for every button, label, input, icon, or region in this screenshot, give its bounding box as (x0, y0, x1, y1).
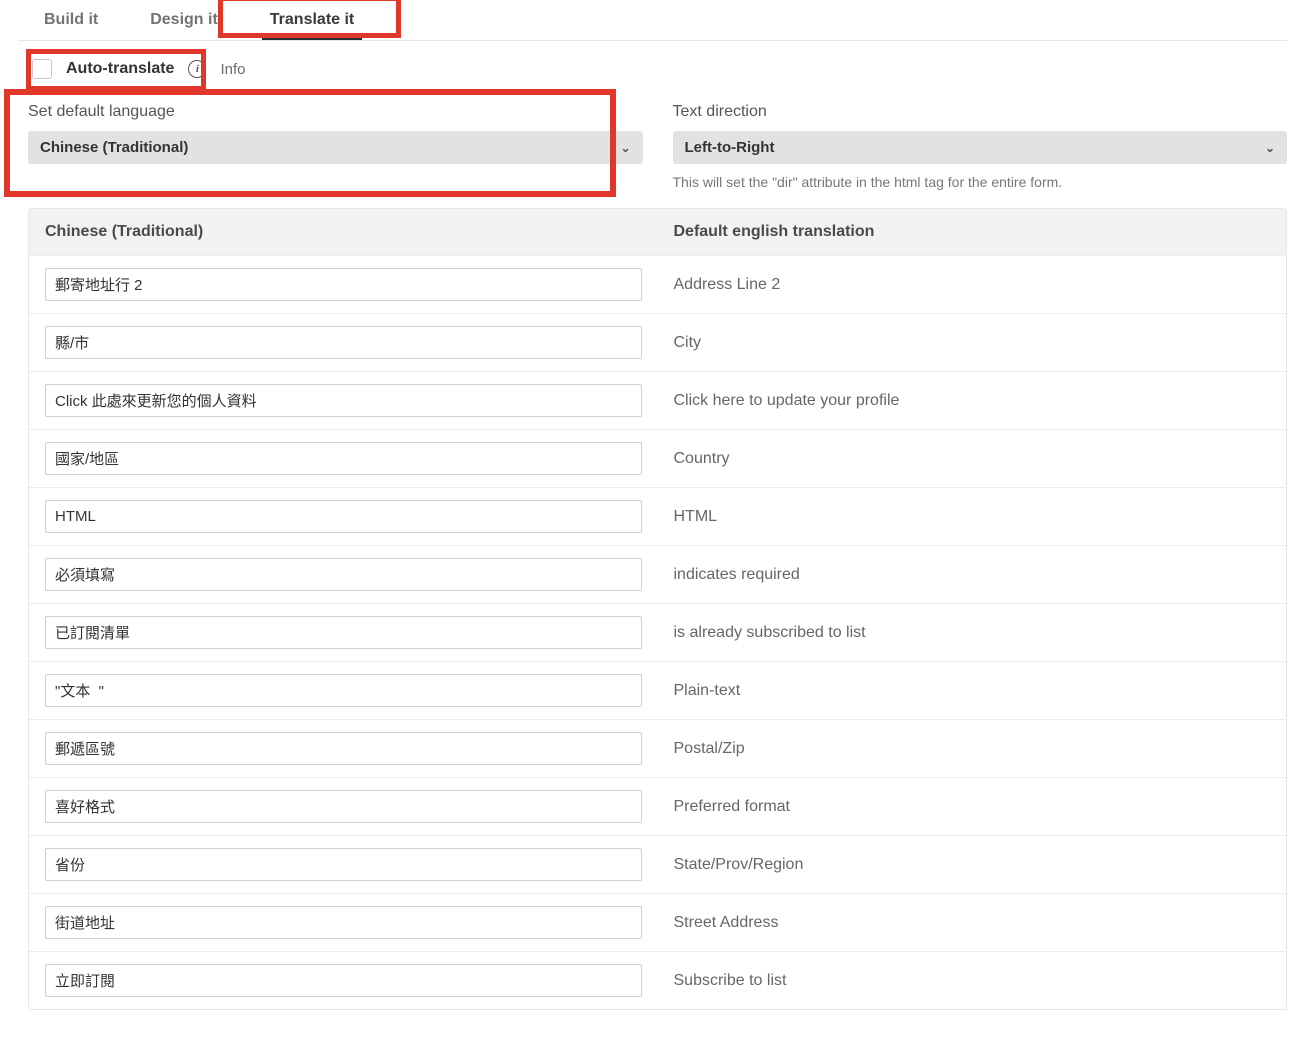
chevron-down-icon: ⌄ (1265, 141, 1275, 155)
table-row: Street Address (29, 893, 1286, 951)
column-header-default: Default english translation (658, 209, 1287, 255)
translation-cell (29, 372, 658, 429)
auto-translate-checkbox[interactable] (32, 59, 52, 79)
table-row: Preferred format (29, 777, 1286, 835)
translation-cell (29, 546, 658, 603)
text-direction-helper: This will set the "dir" attribute in the… (673, 174, 1288, 190)
settings-row: Set default language Chinese (Traditiona… (28, 103, 1287, 190)
translation-input[interactable] (45, 442, 642, 475)
translation-input[interactable] (45, 326, 642, 359)
translation-input[interactable] (45, 790, 642, 823)
text-direction-select[interactable]: Left-to-Right ⌄ (673, 131, 1288, 164)
translation-input[interactable] (45, 732, 642, 765)
table-row: HTML (29, 487, 1286, 545)
default-translation-cell: Plain-text (658, 670, 1287, 712)
table-row: City (29, 313, 1286, 371)
translation-input[interactable] (45, 384, 642, 417)
default-translation-cell: indicates required (658, 554, 1287, 596)
translation-cell (29, 952, 658, 1009)
translation-input[interactable] (45, 964, 642, 997)
text-direction-section: Text direction Left-to-Right ⌄ This will… (673, 103, 1288, 190)
table-row: Postal/Zip (29, 719, 1286, 777)
translation-cell (29, 256, 658, 313)
translation-cell (29, 894, 658, 951)
default-language-section: Set default language Chinese (Traditiona… (28, 103, 643, 190)
table-row: is already subscribed to list (29, 603, 1286, 661)
translation-cell (29, 720, 658, 777)
default-translation-cell: Subscribe to list (658, 960, 1287, 1002)
translation-input[interactable] (45, 616, 642, 649)
table-row: Click here to update your profile (29, 371, 1286, 429)
table-row: Address Line 2 (29, 255, 1286, 313)
text-direction-value: Left-to-Right (685, 139, 775, 156)
translation-input[interactable] (45, 848, 642, 881)
auto-translate-label: Auto-translate (66, 60, 174, 78)
tabs-bar: Build it Design it Translate it (18, 0, 1287, 41)
table-header: Chinese (Traditional) Default english tr… (29, 209, 1286, 255)
default-translation-cell: State/Prov/Region (658, 844, 1287, 886)
default-language-value: Chinese (Traditional) (40, 139, 188, 156)
table-row: Plain-text (29, 661, 1286, 719)
default-translation-cell: Click here to update your profile (658, 380, 1287, 422)
text-direction-label: Text direction (673, 103, 1288, 121)
table-row: Country (29, 429, 1286, 487)
translation-input[interactable] (45, 500, 642, 533)
translation-cell (29, 314, 658, 371)
default-translation-cell: Country (658, 438, 1287, 480)
translation-cell (29, 488, 658, 545)
options-row: Auto-translate i Info (28, 41, 1287, 91)
default-translation-cell: HTML (658, 496, 1287, 538)
translation-input[interactable] (45, 268, 642, 301)
translation-input[interactable] (45, 906, 642, 939)
translation-cell (29, 662, 658, 719)
translation-input[interactable] (45, 674, 642, 707)
tab-translate[interactable]: Translate it (244, 0, 380, 40)
default-translation-cell: City (658, 322, 1287, 364)
default-translation-cell: Street Address (658, 902, 1287, 944)
default-language-select[interactable]: Chinese (Traditional) ⌄ (28, 131, 643, 164)
default-language-label: Set default language (28, 103, 643, 121)
table-row: Subscribe to list (29, 951, 1286, 1009)
info-link[interactable]: Info (220, 61, 245, 78)
chevron-down-icon: ⌄ (620, 141, 630, 155)
table-row: State/Prov/Region (29, 835, 1286, 893)
column-header-translated: Chinese (Traditional) (29, 209, 658, 255)
translation-cell (29, 836, 658, 893)
translation-cell (29, 604, 658, 661)
default-translation-cell: is already subscribed to list (658, 612, 1287, 654)
tab-design[interactable]: Design it (124, 0, 244, 40)
translation-input[interactable] (45, 558, 642, 591)
translation-cell (29, 430, 658, 487)
translation-cell (29, 778, 658, 835)
info-icon[interactable]: i (188, 60, 206, 78)
default-translation-cell: Postal/Zip (658, 728, 1287, 770)
default-translation-cell: Address Line 2 (658, 264, 1287, 306)
table-row: indicates required (29, 545, 1286, 603)
translation-table: Chinese (Traditional) Default english tr… (28, 208, 1287, 1010)
default-translation-cell: Preferred format (658, 786, 1287, 828)
tab-build[interactable]: Build it (18, 0, 124, 40)
